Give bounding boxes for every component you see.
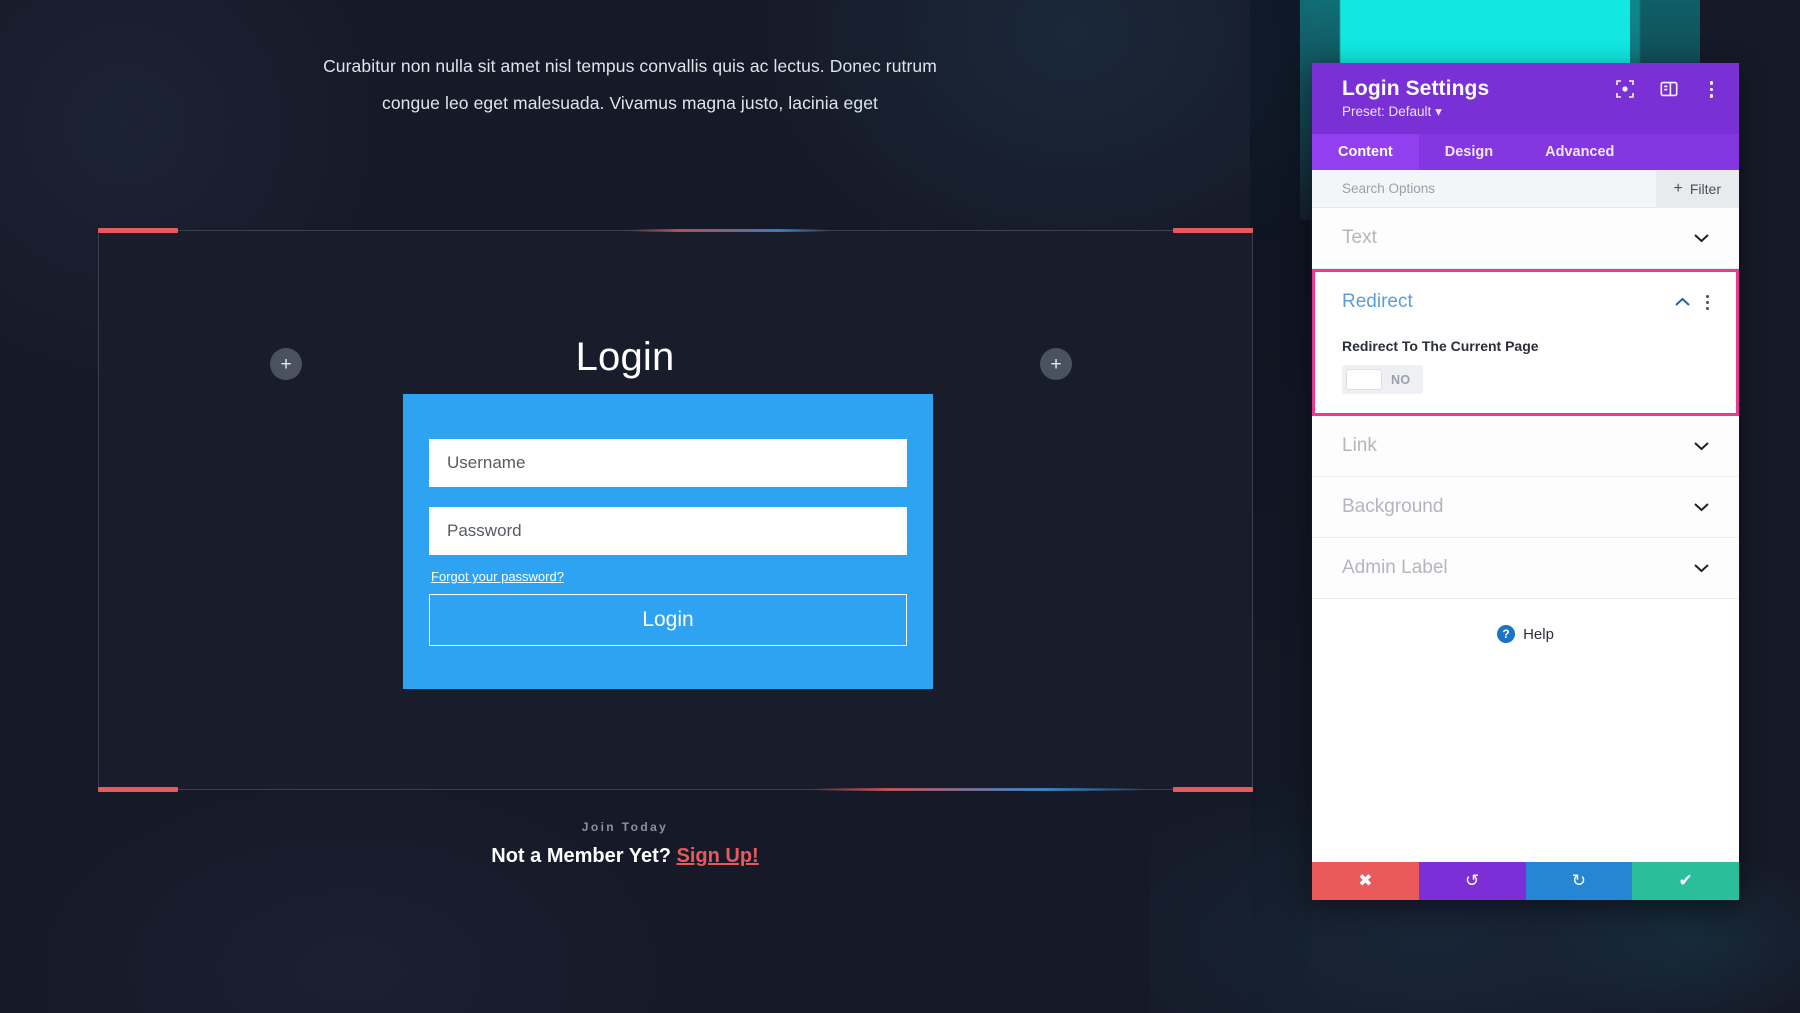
- redirect-toggle-state: NO: [1391, 372, 1411, 387]
- username-input[interactable]: [429, 439, 907, 487]
- module-edge-glow-top: [629, 229, 830, 232]
- filter-label: Filter: [1689, 180, 1721, 197]
- help-label: Help: [1523, 625, 1554, 643]
- section-link-label: Link: [1342, 435, 1377, 456]
- dot: [1706, 306, 1709, 310]
- chevron-down-icon: [1694, 501, 1709, 514]
- search-input[interactable]: [1312, 181, 1656, 196]
- module-corner-bottom-right: [1173, 787, 1253, 792]
- dot: [1706, 294, 1709, 298]
- tab-advanced[interactable]: Advanced: [1519, 134, 1640, 170]
- section-link[interactable]: Link: [1312, 416, 1739, 477]
- dot: [1709, 81, 1713, 85]
- module-edge-glow-bottom: [813, 788, 1144, 791]
- section-admin-label[interactable]: Admin Label: [1312, 538, 1739, 599]
- panel-footer: ✖ ↺ ↻ ✔: [1312, 862, 1739, 900]
- undo-button[interactable]: ↺: [1418, 862, 1526, 900]
- module-corner-top-right: [1173, 228, 1253, 233]
- panel-header: Login Settings Preset: Default ▾: [1312, 63, 1739, 134]
- plus-icon: +: [1673, 179, 1683, 197]
- join-today-eyebrow: Join Today: [581, 820, 669, 834]
- section-background-label: Background: [1342, 496, 1444, 517]
- preset-label: Preset: Default: [1342, 104, 1432, 119]
- membership-prefix: Not a Member Yet?: [491, 845, 677, 867]
- login-heading: Login: [575, 335, 675, 379]
- section-options-icon[interactable]: [1706, 294, 1709, 310]
- forgot-password-link[interactable]: Forgot your password?: [431, 569, 564, 584]
- focus-icon[interactable]: [1615, 80, 1634, 99]
- section-redirect-controls: [1675, 293, 1709, 311]
- section-redirect: Redirect Redirect To The Current Page NO: [1312, 269, 1739, 416]
- login-settings-panel: Login Settings Preset: Default ▾ Content…: [1312, 63, 1739, 900]
- redirect-toggle-switch[interactable]: [1346, 369, 1382, 390]
- cancel-button[interactable]: ✖: [1312, 862, 1419, 900]
- preset-selector[interactable]: Preset: Default ▾: [1342, 104, 1717, 120]
- dot: [1709, 87, 1713, 91]
- redirect-toggle-group[interactable]: NO: [1342, 365, 1423, 394]
- help-icon: ?: [1497, 625, 1516, 643]
- login-submit-button[interactable]: Login: [429, 594, 907, 646]
- options-sections: Text Redirect Redirect To The Current Pa…: [1312, 208, 1739, 862]
- module-corner-top-left: [98, 228, 178, 233]
- builder-canvas: Curabitur non nulla sit amet nisl tempus…: [0, 0, 1253, 1013]
- help-link[interactable]: ? Help: [1312, 599, 1739, 643]
- section-redirect-label: Redirect: [1342, 291, 1413, 312]
- module-corner-bottom-left: [98, 787, 178, 792]
- chevron-down-icon: ▾: [1435, 104, 1442, 119]
- signup-link[interactable]: Sign Up!: [677, 845, 759, 867]
- section-redirect-header[interactable]: Redirect: [1315, 272, 1736, 332]
- panel-header-icons: [1615, 79, 1720, 100]
- redirect-option-label: Redirect To The Current Page: [1342, 338, 1539, 354]
- save-button[interactable]: ✔: [1632, 862, 1739, 900]
- dot: [1709, 94, 1713, 98]
- membership-line: Not a Member Yet? Sign Up!: [0, 845, 1250, 868]
- dot: [1706, 300, 1709, 304]
- layout-icon[interactable]: [1659, 80, 1678, 98]
- search-row: + Filter: [1312, 169, 1739, 208]
- chevron-down-icon: [1694, 232, 1709, 245]
- login-form-card: Forgot your password? Login: [403, 394, 933, 689]
- tab-content[interactable]: Content: [1312, 134, 1419, 170]
- tab-design[interactable]: Design: [1419, 134, 1519, 170]
- section-text-label: Text: [1342, 227, 1377, 248]
- chevron-down-icon: [1694, 562, 1709, 575]
- chevron-down-icon: [1694, 440, 1709, 453]
- section-admin-label-label: Admin Label: [1342, 557, 1448, 578]
- section-background[interactable]: Background: [1312, 477, 1739, 538]
- password-input[interactable]: [429, 507, 907, 555]
- chevron-up-icon[interactable]: [1675, 293, 1690, 311]
- intro-paragraph: Curabitur non nulla sit amet nisl tempus…: [323, 56, 937, 113]
- more-vertical-icon[interactable]: [1704, 79, 1720, 100]
- panel-tabs: Content Design Advanced: [1312, 134, 1739, 170]
- redo-button[interactable]: ↻: [1525, 862, 1633, 900]
- section-text[interactable]: Text: [1312, 208, 1739, 269]
- filter-button[interactable]: + Filter: [1655, 169, 1739, 208]
